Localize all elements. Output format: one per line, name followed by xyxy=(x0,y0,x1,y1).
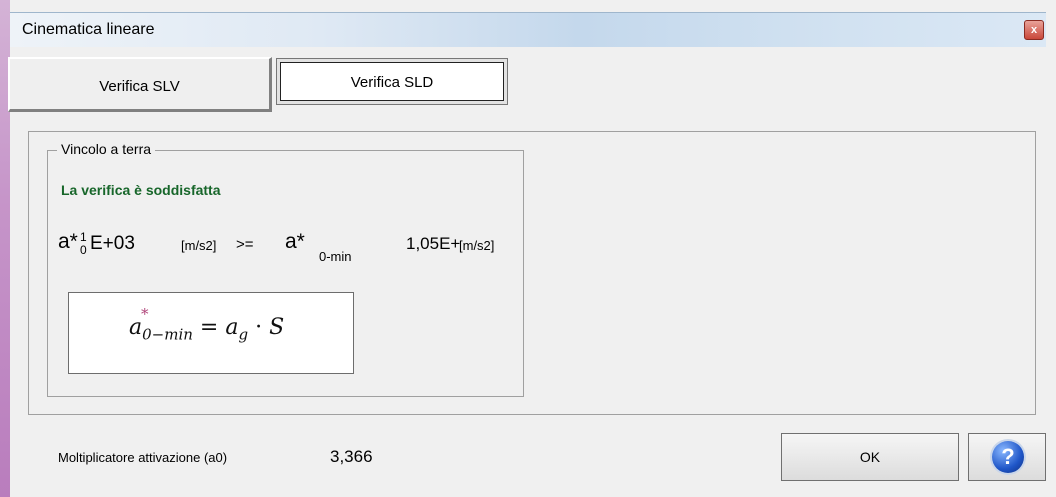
formula-equation: a0−min * = ag · S xyxy=(129,305,285,344)
left-value: E+03 xyxy=(90,233,135,254)
multiplier-value: 3,366 xyxy=(330,447,373,466)
window-title: Cinematica lineare xyxy=(22,21,155,38)
title-bar[interactable]: Cinematica lineare x xyxy=(10,12,1046,47)
help-button[interactable]: ? xyxy=(968,433,1046,481)
comparison-operator: >= xyxy=(236,236,254,253)
multiplier-label: Moltiplicatore attivazione (a0) xyxy=(58,450,228,465)
right-symbol: a* xyxy=(285,230,305,253)
right-value: 1,05E+ xyxy=(406,234,461,253)
formula-rhs-s: S xyxy=(269,315,285,340)
help-question-icon: ? xyxy=(992,441,1024,473)
right-unit: [m/s2] xyxy=(459,238,495,253)
formula-rhs-sub: g xyxy=(238,325,249,344)
formula-dot: · xyxy=(255,315,263,340)
left-overlap-digit: 1 xyxy=(80,230,87,244)
tab-verifica-sld[interactable]: Verifica SLD xyxy=(276,58,508,105)
tab-verifica-sld-label: Verifica SLD xyxy=(280,62,504,101)
dialog-window: Cinematica lineare x Verifica SLV Verifi… xyxy=(0,0,1056,497)
formula-lhs-sub: 0−min xyxy=(142,325,193,344)
tab-verifica-slv[interactable]: Verifica SLV xyxy=(8,57,272,112)
formula-equals: = xyxy=(199,315,219,340)
left-unit: [m/s2] xyxy=(181,238,217,253)
formula-lhs-star: * xyxy=(141,305,149,323)
right-subscript: 0-min xyxy=(319,249,352,264)
close-icon[interactable]: x xyxy=(1024,20,1044,40)
left-subscript: 0 xyxy=(80,243,87,257)
ok-button[interactable]: OK xyxy=(781,433,959,481)
left-symbol: a* xyxy=(58,230,78,253)
formula-rhs-a: a xyxy=(225,315,239,340)
formula-box: a0−min * = ag · S xyxy=(68,292,354,374)
group-legend: Vincolo a terra xyxy=(57,141,156,157)
verification-status: La verifica è soddisfatta xyxy=(61,182,221,198)
